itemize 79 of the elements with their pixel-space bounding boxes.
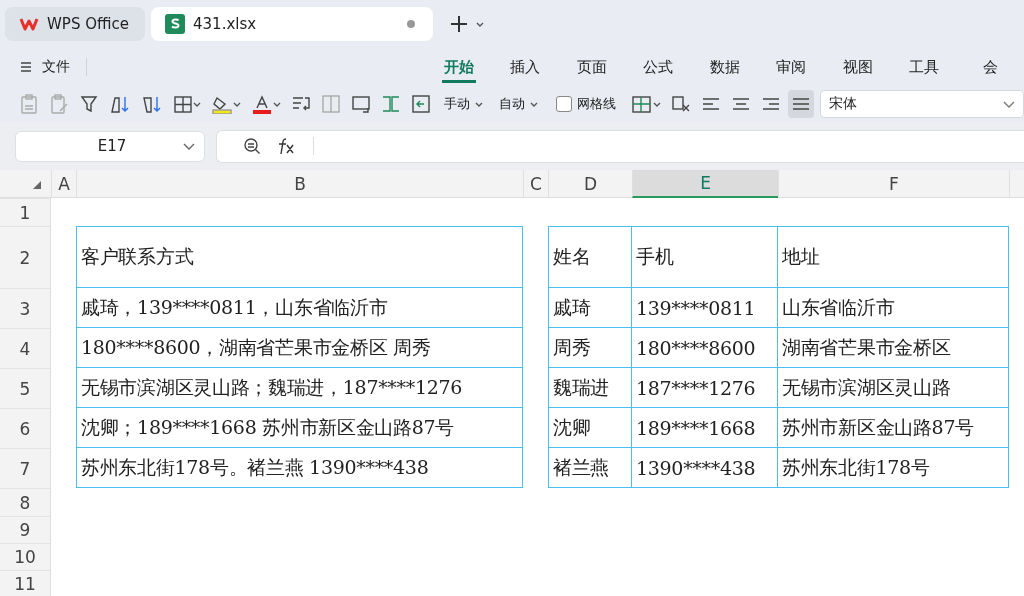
column-header[interactable]: F: [778, 170, 1009, 198]
table-cell: 苏州市新区金山路87号: [778, 408, 1009, 448]
table-cell: 180****8600: [632, 328, 778, 368]
menu-icon: [20, 61, 32, 73]
table-cell: 褚兰燕: [548, 448, 632, 488]
table-cell: 1390****438: [632, 448, 778, 488]
table-cell: 戚琦，139****0811，山东省临沂市: [76, 288, 523, 328]
ribbon-tab[interactable]: 公式: [625, 48, 692, 86]
ribbon-tab[interactable]: 页面: [558, 48, 625, 86]
borders-icon[interactable]: [173, 94, 193, 114]
row-header[interactable]: 6: [0, 408, 51, 448]
select-all-icon[interactable]: [33, 181, 41, 189]
table-cell: 戚琦: [548, 288, 632, 328]
row-header[interactable]: 9: [0, 516, 51, 543]
row-header[interactable]: 4: [0, 328, 51, 368]
row-height-icon[interactable]: [351, 94, 371, 114]
table-cell: 周秀: [548, 328, 632, 368]
row-header[interactable]: 7: [0, 448, 51, 488]
ribbon-tab[interactable]: 工具: [891, 48, 958, 86]
ribbon-tab[interactable]: 审阅: [758, 48, 825, 86]
filter-icon[interactable]: [79, 94, 99, 114]
gridlines-checkbox[interactable]: 网格线: [548, 95, 624, 113]
row-header[interactable]: 8: [0, 488, 51, 516]
table-cell: 沈卿；189****1668 苏州市新区金山路87号: [76, 408, 523, 448]
column-header[interactable]: A: [51, 170, 76, 198]
ribbon-tab[interactable]: 数据: [691, 48, 758, 86]
table-cell: 山东省临沂市: [778, 288, 1009, 328]
ribbon-tab[interactable]: 视图: [824, 48, 891, 86]
name-box[interactable]: E17: [15, 130, 205, 162]
font-color-icon[interactable]: [251, 94, 273, 114]
zoom-icon[interactable]: [243, 137, 261, 155]
wps-logo-icon: [19, 16, 39, 32]
freeze-icon[interactable]: [411, 94, 431, 114]
row-header[interactable]: 5: [0, 368, 51, 408]
ribbon-tab[interactable]: 会: [957, 48, 1024, 86]
column-header[interactable]: C: [523, 170, 548, 198]
font-field[interactable]: 宋体: [820, 90, 1024, 118]
file-menu[interactable]: 文件: [20, 58, 70, 76]
row-header[interactable]: 2: [0, 226, 51, 288]
merge-cells-icon[interactable]: [321, 94, 341, 114]
unsaved-dot: [407, 20, 415, 28]
document-tab[interactable]: WPS Office: [5, 7, 145, 41]
row-header[interactable]: 10: [0, 543, 51, 570]
spreadsheet-icon: [165, 14, 185, 34]
table-cell: 姓名: [548, 226, 632, 288]
column-header[interactable]: E: [632, 170, 778, 198]
table-cell: 180****8600，湖南省芒果市金桥区 周秀: [76, 328, 523, 368]
row-header[interactable]: 11: [0, 570, 51, 596]
table-cell: 无锡市滨湖区灵山路；魏瑞进，187****1276: [76, 368, 523, 408]
ribbon-tab[interactable]: 开始: [425, 48, 492, 86]
column-header[interactable]: B: [76, 170, 523, 198]
table-cell: 魏瑞进: [548, 368, 632, 408]
row-header[interactable]: 3: [0, 288, 51, 328]
sort-ascending-icon[interactable]: [109, 94, 131, 114]
table-cell: 189****1668: [632, 408, 778, 448]
table-cell: 苏州东北街178号。褚兰燕 1390****438: [76, 448, 523, 488]
table-cell: 139****0811: [632, 288, 778, 328]
table-cell: 湖南省芒果市金桥区: [778, 328, 1009, 368]
ribbon-tab[interactable]: 插入: [492, 48, 559, 86]
row-header[interactable]: 1: [0, 198, 51, 226]
sort-descending-icon[interactable]: [141, 94, 163, 114]
table-cell: 187****1276: [632, 368, 778, 408]
column-width-icon[interactable]: [381, 94, 401, 114]
add-tab-icon[interactable]: [449, 14, 469, 34]
checkbox[interactable]: [556, 96, 572, 112]
document-tab[interactable]: 431.xlsx: [151, 7, 433, 41]
table-cell: 沈卿: [548, 408, 632, 448]
table-cell: 苏州东北街178号: [778, 448, 1009, 488]
column-header[interactable]: D: [548, 170, 632, 198]
table-cell: 手机: [632, 226, 778, 288]
table-cell: 地址: [778, 226, 1009, 288]
table-cell: 无锡市滨湖区灵山路: [778, 368, 1009, 408]
fill-color-icon[interactable]: [211, 94, 233, 114]
formula-field[interactable]: [216, 129, 1024, 163]
column-width-dropdown[interactable]: 自动: [493, 95, 544, 113]
table-cell: 客户联系方式: [76, 226, 523, 288]
clear-icon[interactable]: [671, 94, 691, 114]
row-height-dropdown[interactable]: 手动: [438, 95, 489, 113]
table-style-icon[interactable]: [631, 94, 653, 114]
